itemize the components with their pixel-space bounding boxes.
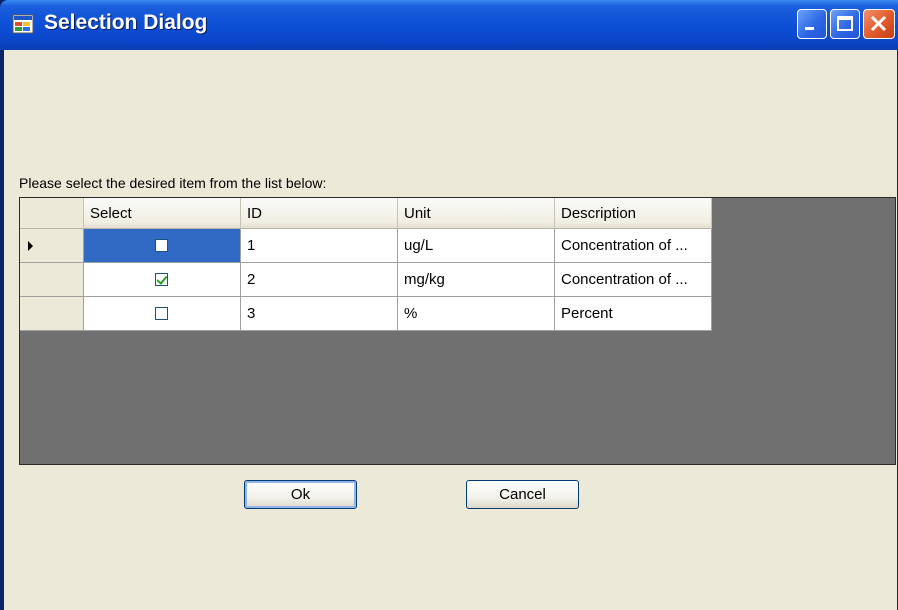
maximize-icon [837, 16, 853, 31]
row-header[interactable] [20, 229, 84, 263]
select-checkbox[interactable] [155, 238, 168, 252]
maximize-button[interactable] [830, 9, 860, 39]
unit-cell[interactable]: ug/L [398, 229, 555, 263]
table-row[interactable]: 2 mg/kg Concentration of ... [20, 263, 712, 297]
id-cell[interactable]: 1 [241, 229, 398, 263]
select-cell[interactable] [84, 297, 241, 331]
select-checkbox[interactable] [155, 272, 168, 286]
corner-header [20, 198, 84, 229]
title-bar[interactable]: Selection Dialog [0, 0, 898, 50]
grid-header-row: Select ID Unit Description [20, 198, 712, 232]
close-button[interactable] [863, 9, 895, 39]
id-cell[interactable]: 3 [241, 297, 398, 331]
description-cell[interactable]: Percent [555, 297, 712, 331]
item-grid[interactable]: Select ID Unit Description 1 ug/L Concen… [19, 197, 896, 465]
select-checkbox[interactable] [155, 306, 168, 320]
app-icon [12, 13, 34, 35]
row-header[interactable] [20, 263, 84, 297]
column-header-description[interactable]: Description [555, 198, 712, 229]
table-row[interactable]: 1 ug/L Concentration of ... [20, 229, 712, 263]
unit-cell[interactable]: % [398, 297, 555, 331]
unit-cell[interactable]: mg/kg [398, 263, 555, 297]
minimize-button[interactable] [797, 9, 827, 39]
description-cell[interactable]: Concentration of ... [555, 229, 712, 263]
column-header-unit[interactable]: Unit [398, 198, 555, 229]
instruction-label: Please select the desired item from the … [19, 175, 327, 191]
column-header-select[interactable]: Select [84, 198, 241, 229]
dialog-window: Selection Dialog Please select the desir… [0, 0, 898, 610]
current-row-arrow-icon [28, 241, 33, 251]
description-cell[interactable]: Concentration of ... [555, 263, 712, 297]
close-icon [870, 15, 887, 32]
window-title: Selection Dialog [44, 11, 208, 34]
ok-button[interactable]: Ok [244, 480, 357, 509]
row-header[interactable] [20, 297, 84, 331]
id-cell[interactable]: 2 [241, 263, 398, 297]
cancel-button[interactable]: Cancel [466, 480, 579, 509]
table-row[interactable]: 3 % Percent [20, 297, 712, 331]
minimize-icon [805, 27, 814, 30]
select-cell[interactable] [84, 263, 241, 297]
select-cell[interactable] [84, 229, 241, 263]
column-header-id[interactable]: ID [241, 198, 398, 229]
